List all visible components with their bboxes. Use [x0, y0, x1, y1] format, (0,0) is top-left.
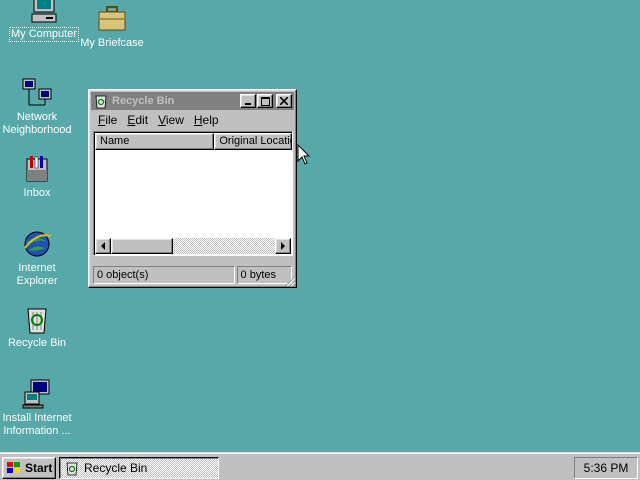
taskbar-button-label: Recycle Bin [84, 461, 148, 475]
desktop-icon-label: Inbox [23, 187, 51, 199]
desktop-icon-label: Network Neighborhood [1, 111, 72, 137]
taskbar: Start Recycle Bin 5:36 PM [0, 452, 640, 480]
recycle-bin-icon [66, 462, 78, 476]
scroll-thumb[interactable] [111, 238, 173, 254]
close-button[interactable] [276, 94, 292, 108]
desktop-icon-label: Install Internet Information ... [1, 412, 72, 438]
recycle-bin-icon [95, 95, 107, 109]
label-line: Install Internet [2, 412, 72, 424]
taskbar-button-recycle-bin[interactable]: Recycle Bin [59, 457, 219, 479]
label-line: Neighborhood [2, 124, 72, 136]
menu-bar: File Edit View Help [91, 110, 294, 129]
start-label: Start [25, 461, 53, 475]
scroll-right-button[interactable] [275, 238, 291, 254]
desktop-icon-recycle-bin[interactable]: Recycle Bin [0, 303, 75, 350]
menu-file[interactable]: File [93, 113, 122, 127]
desktop-icon-network-neighborhood[interactable]: Network Neighborhood [0, 77, 75, 137]
minimize-button[interactable] [240, 94, 256, 108]
status-bar: 0 object(s) 0 bytes [93, 266, 292, 284]
inbox-icon [26, 156, 48, 182]
maximize-icon [260, 96, 270, 106]
scroll-left-button[interactable] [95, 238, 111, 254]
setup-computer-icon [22, 379, 50, 409]
desktop-icon-my-briefcase[interactable]: My Briefcase [74, 3, 150, 50]
menu-label: dit [135, 112, 149, 127]
minimize-icon [245, 103, 251, 105]
start-button[interactable]: Start [2, 457, 56, 479]
menu-mnemonic: H [193, 112, 203, 127]
horizontal-scrollbar[interactable] [95, 238, 291, 254]
scroll-track[interactable] [111, 238, 275, 254]
desktop-icon-label: My Briefcase [80, 37, 144, 49]
desktop-icon-inbox[interactable]: Inbox [0, 153, 75, 200]
recycle-bin-icon [27, 308, 47, 334]
menu-mnemonic: V [158, 112, 166, 127]
menu-label: ile [105, 112, 118, 127]
status-object-count: 0 object(s) [93, 266, 235, 284]
computer-icon [31, 0, 57, 23]
label-line: Internet [18, 262, 56, 274]
menu-view[interactable]: View [153, 113, 189, 127]
window-title: Recycle Bin [112, 95, 175, 107]
mouse-pointer-icon [297, 144, 311, 165]
resize-grip-icon[interactable] [284, 275, 296, 287]
system-tray: 5:36 PM [574, 457, 638, 479]
file-list-view[interactable]: Name Original Locatio [93, 131, 293, 256]
close-icon [280, 97, 288, 105]
label-line: Information ... [3, 425, 71, 437]
briefcase-icon [98, 6, 126, 31]
column-header-original-location[interactable]: Original Locatio [214, 133, 292, 150]
menu-label: iew [165, 112, 184, 127]
recycle-bin-window[interactable]: Recycle Bin File Edit View Help Name Ori… [88, 89, 297, 288]
network-icon [22, 78, 52, 106]
desktop-icon-label: Internet Explorer [16, 262, 59, 288]
clock[interactable]: 5:36 PM [584, 461, 629, 475]
menu-help[interactable]: Help [189, 113, 224, 127]
window-titlebar[interactable]: Recycle Bin [91, 92, 294, 110]
desktop-icon-my-computer[interactable]: My Computer [6, 0, 82, 42]
label-line: Explorer [16, 275, 58, 287]
desktop-icon-label: My Computer [8, 27, 80, 42]
desktop-icon-label: Recycle Bin [7, 337, 67, 349]
desktop-icon-internet-explorer[interactable]: Internet Explorer [0, 228, 75, 288]
label-line: Network [16, 111, 58, 123]
maximize-button[interactable] [257, 94, 273, 108]
column-headers: Name Original Locatio [95, 133, 292, 150]
desktop-icon-install-internet-information[interactable]: Install Internet Information ... [0, 378, 75, 438]
menu-edit[interactable]: Edit [122, 113, 153, 127]
windows-logo-icon [7, 462, 20, 473]
column-header-name[interactable]: Name [95, 133, 215, 150]
menu-label: elp [202, 112, 219, 127]
arrow-right-icon [281, 242, 285, 250]
internet-explorer-icon [24, 231, 52, 257]
arrow-left-icon [101, 242, 105, 250]
